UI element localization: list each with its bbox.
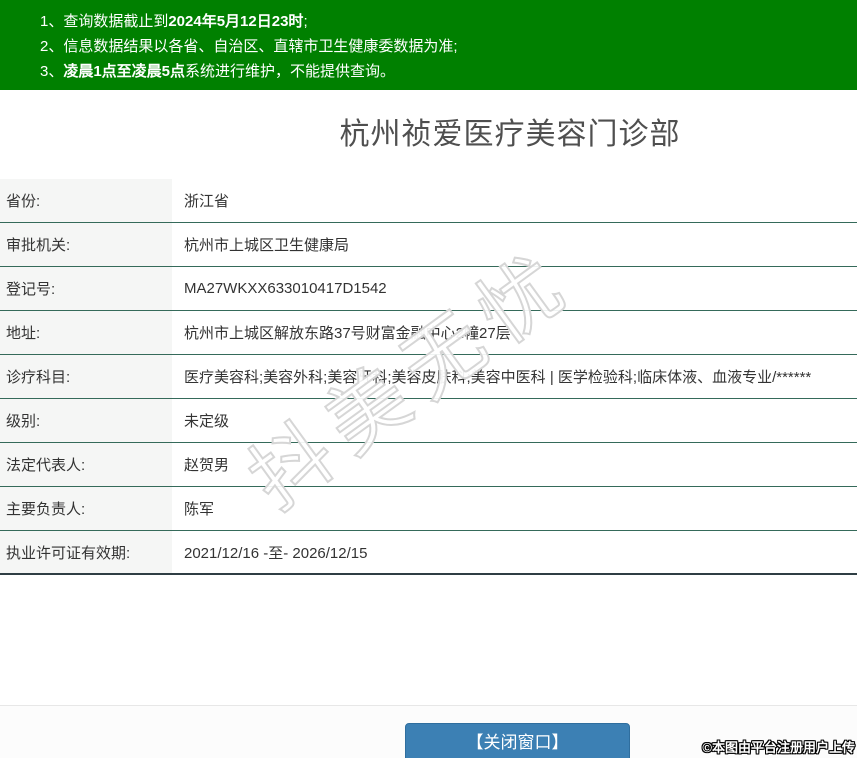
field-label: 省份: <box>0 179 172 222</box>
notice-banner: 1、查询数据截止到2024年5月12日23时; 2、信息数据结果以各省、自治区、… <box>0 0 857 90</box>
field-label: 级别: <box>0 399 172 442</box>
main-content: 杭州祯爱医疗美容门诊部 省份: 浙江省 审批机关: 杭州市上城区卫生健康局 登记… <box>0 90 857 575</box>
table-row: 登记号: MA27WKXX633010417D1542 <box>0 267 857 311</box>
notice-line-1: 1、查询数据截止到2024年5月12日23时; <box>40 9 847 34</box>
notice-text: ; <box>303 13 308 30</box>
field-value: 赵贺男 <box>184 457 230 474</box>
notice-line-3: 3、凌晨1点至凌晨5点系统进行维护，不能提供查询。 <box>40 59 847 84</box>
field-value: 浙江省 <box>184 193 230 210</box>
table-row: 执业许可证有效期: 2021/12/16 -至- 2026/12/15 <box>0 531 857 575</box>
table-row: 地址: 杭州市上城区解放东路37号财富金融中心2幢27层 <box>0 311 857 355</box>
field-label: 登记号: <box>0 267 172 310</box>
page-title: 杭州祯爱医疗美容门诊部 <box>339 118 681 151</box>
notice-text: 2、信息数据结果以各省、自治区、直辖市卫生健康委数据为准; <box>40 38 458 55</box>
table-row: 省份: 浙江省 <box>0 179 857 223</box>
field-value: 杭州市上城区卫生健康局 <box>184 237 350 254</box>
field-value: MA27WKXX633010417D1542 <box>184 280 387 297</box>
notice-text-bold: 凌晨1点至凌晨5点 <box>63 63 186 80</box>
table-row: 审批机关: 杭州市上城区卫生健康局 <box>0 223 857 267</box>
info-table: 省份: 浙江省 审批机关: 杭州市上城区卫生健康局 登记号: MA27WKXX6… <box>0 179 857 575</box>
field-value: 2021/12/16 -至- 2026/12/15 <box>184 544 368 562</box>
table-row: 法定代表人: 赵贺男 <box>0 443 857 487</box>
table-row: 级别: 未定级 <box>0 399 857 443</box>
notice-line-2: 2、信息数据结果以各省、自治区、直辖市卫生健康委数据为准; <box>40 34 847 59</box>
image-credit-overlay: ©本图由平台注册用户上传 <box>702 740 855 755</box>
field-label: 审批机关: <box>0 223 172 266</box>
field-value: 陈军 <box>184 501 215 518</box>
table-row: 主要负责人: 陈军 <box>0 487 857 531</box>
field-label: 地址: <box>0 311 172 354</box>
field-value: 未定级 <box>184 413 230 430</box>
table-row: 诊疗科目: 医疗美容科;美容外科;美容牙科;美容皮肤科;美容中医科 | 医学检验… <box>0 355 857 399</box>
field-value: 医疗美容科;美容外科;美容牙科;美容皮肤科;美容中医科 | 医学检验科;临床体液… <box>184 369 812 386</box>
notice-text: 1、查询数据截止到 <box>40 13 169 30</box>
notice-text-bold: 2024年5月12日23时 <box>168 13 304 30</box>
notice-text: 系统进行维护，不能提供查询。 <box>185 63 396 80</box>
field-label: 主要负责人: <box>0 487 172 530</box>
field-label: 诊疗科目: <box>0 355 172 398</box>
close-window-button[interactable]: 【关闭窗口】 <box>405 723 630 758</box>
field-label: 法定代表人: <box>0 443 172 486</box>
field-label: 执业许可证有效期: <box>0 531 172 573</box>
field-value: 杭州市上城区解放东路37号财富金融中心2幢27层 <box>184 325 511 342</box>
notice-text: 3、 <box>40 63 64 80</box>
